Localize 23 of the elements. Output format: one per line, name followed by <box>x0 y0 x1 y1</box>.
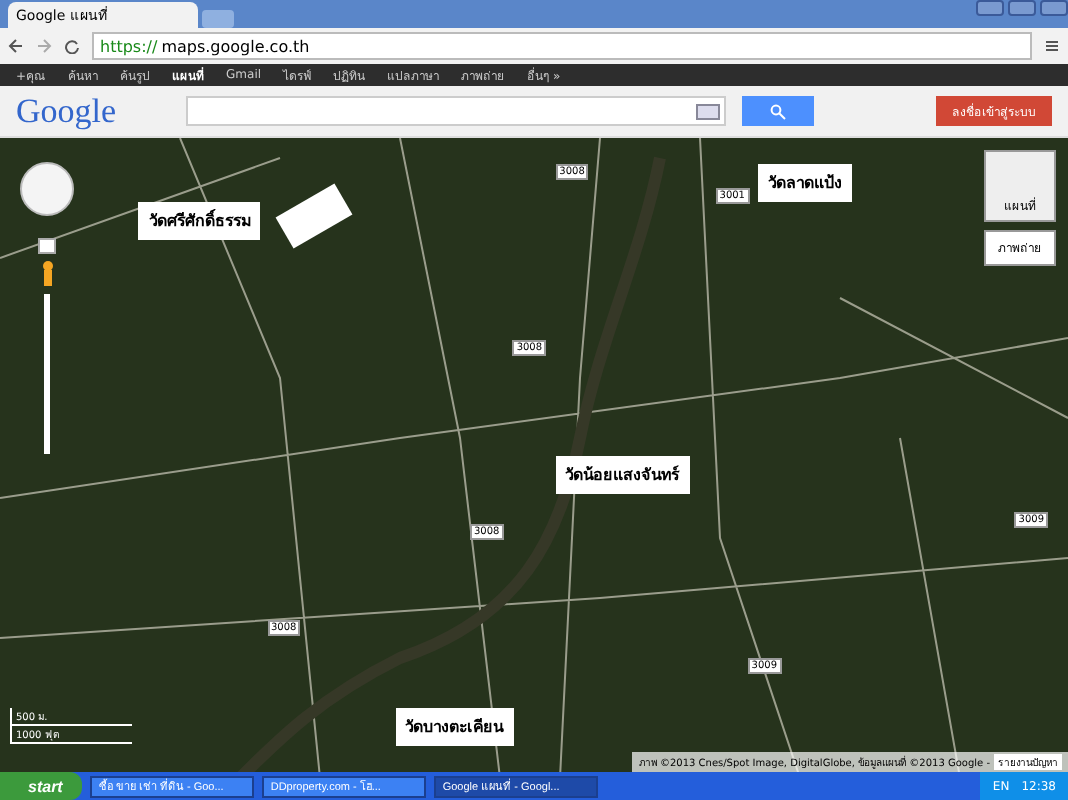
minimize-button[interactable] <box>976 0 1004 16</box>
zoom-slider-track[interactable] <box>44 294 50 454</box>
close-button[interactable] <box>1040 0 1068 16</box>
zoom-in-button[interactable] <box>38 238 56 254</box>
keyboard-icon[interactable] <box>696 103 720 119</box>
start-button[interactable]: start <box>0 772 83 800</box>
back-icon[interactable] <box>8 38 24 54</box>
google-logo: Google <box>16 91 119 131</box>
search-button[interactable] <box>742 96 814 126</box>
pan-control[interactable] <box>20 162 74 216</box>
place-label[interactable]: วัดลาดแป้ง <box>758 163 853 202</box>
search-icon <box>770 103 786 119</box>
reload-icon[interactable] <box>64 38 80 54</box>
satellite-map[interactable] <box>0 138 1068 772</box>
forward-icon[interactable] <box>36 38 52 54</box>
place-label[interactable]: วัดน้อยแสงจันทร์ <box>555 455 690 493</box>
search-field[interactable] <box>186 96 726 126</box>
pegman-icon[interactable] <box>39 260 55 288</box>
address-bar[interactable]: https:// maps.google.co.th <box>92 32 1032 60</box>
menu-icon[interactable] <box>1044 38 1060 54</box>
place-label[interactable]: วัดบางตะเคียน <box>395 708 514 747</box>
maximize-button[interactable] <box>1008 0 1036 16</box>
place-label[interactable]: วัดศรีศักดิ์ธรรม <box>138 201 261 240</box>
